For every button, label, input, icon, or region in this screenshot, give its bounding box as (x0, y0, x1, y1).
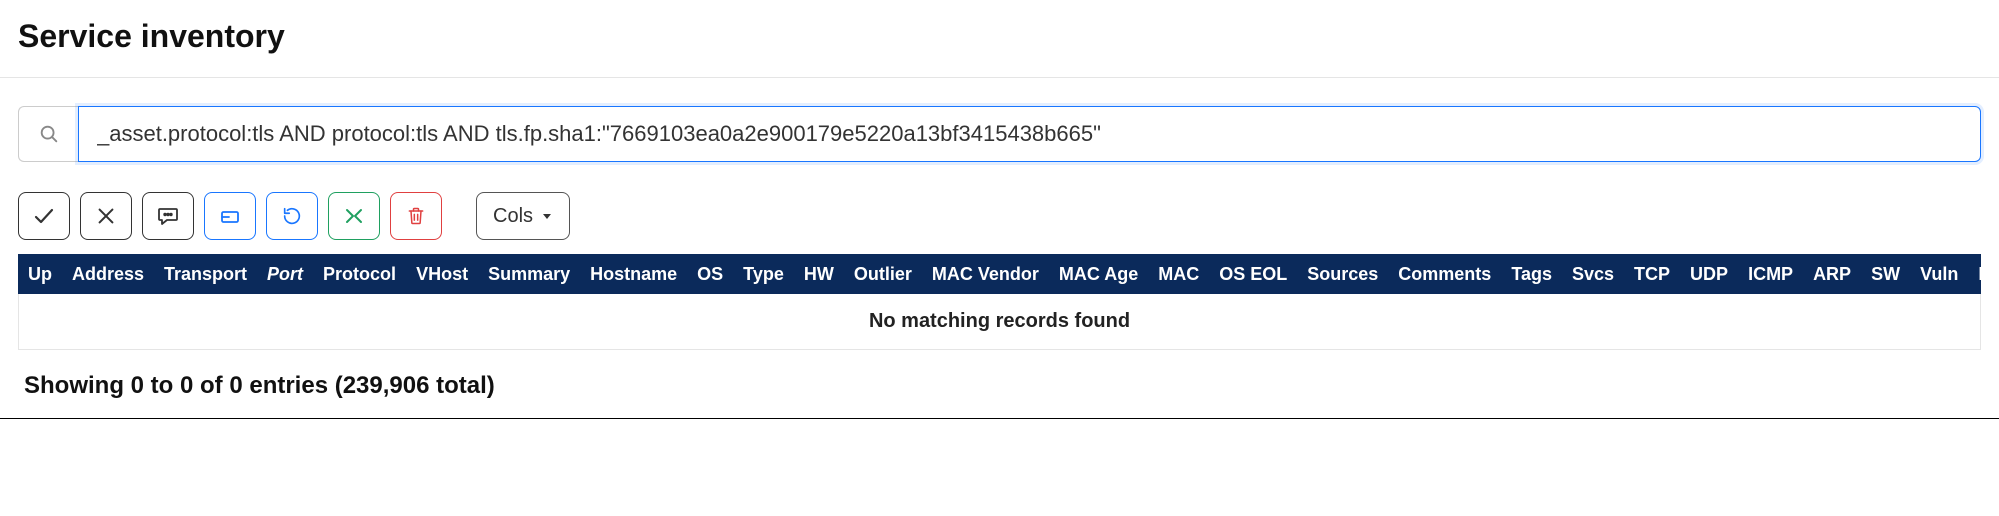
column-header[interactable]: SW (1861, 264, 1910, 285)
column-header[interactable]: MAC (1148, 264, 1209, 285)
label-icon (218, 204, 242, 228)
column-header[interactable]: ARP (1803, 264, 1861, 285)
clear-button[interactable] (80, 192, 132, 240)
column-header[interactable]: OS (687, 264, 733, 285)
trash-icon (406, 205, 426, 227)
results-summary: Showing 0 to 0 of 0 entries (239,906 tot… (0, 350, 1999, 418)
column-header[interactable]: Address (62, 264, 154, 285)
column-header[interactable]: VHost (406, 264, 478, 285)
column-header[interactable]: TCP (1624, 264, 1680, 285)
columns-dropdown-label: Cols (493, 205, 533, 228)
rescan-button[interactable] (266, 192, 318, 240)
column-header[interactable]: Svcs (1562, 264, 1624, 285)
columns-dropdown[interactable]: Cols (476, 192, 570, 240)
column-header[interactable]: R (1968, 264, 1981, 285)
table-empty-message: No matching records found (18, 294, 1981, 350)
delete-button[interactable] (390, 192, 442, 240)
merge-icon (342, 204, 366, 228)
column-header[interactable]: Port (257, 264, 313, 285)
column-header[interactable]: MAC Vendor (922, 264, 1049, 285)
column-header[interactable]: Hostname (580, 264, 687, 285)
refresh-icon (281, 205, 303, 227)
search-row (0, 78, 1999, 192)
column-header[interactable]: Tags (1501, 264, 1562, 285)
column-header[interactable]: Outlier (844, 264, 922, 285)
search-input[interactable] (78, 106, 1981, 162)
column-header[interactable]: Up (18, 264, 62, 285)
search-icon (18, 106, 78, 162)
comment-button[interactable] (142, 192, 194, 240)
column-header[interactable]: Transport (154, 264, 257, 285)
column-header[interactable]: ICMP (1738, 264, 1803, 285)
merge-button[interactable] (328, 192, 380, 240)
column-header[interactable]: Type (733, 264, 794, 285)
table-header-row: UpAddressTransportPortProtocolVHostSumma… (18, 254, 1981, 294)
column-header[interactable]: Protocol (313, 264, 406, 285)
column-header[interactable]: Vuln (1910, 264, 1968, 285)
comment-icon (156, 204, 180, 228)
check-icon (32, 204, 56, 228)
column-header[interactable]: Sources (1297, 264, 1388, 285)
tag-button[interactable] (204, 192, 256, 240)
column-header[interactable]: UDP (1680, 264, 1738, 285)
column-header[interactable]: Comments (1388, 264, 1501, 285)
column-header[interactable]: OS EOL (1209, 264, 1297, 285)
toolbar: Cols (0, 192, 1999, 254)
column-header[interactable]: HW (794, 264, 844, 285)
column-header[interactable]: Summary (478, 264, 580, 285)
caret-down-icon (541, 210, 553, 222)
results-table: UpAddressTransportPortProtocolVHostSumma… (0, 254, 1999, 350)
confirm-button[interactable] (18, 192, 70, 240)
x-icon (95, 205, 117, 227)
page-title: Service inventory (0, 0, 1999, 77)
column-header[interactable]: MAC Age (1049, 264, 1148, 285)
